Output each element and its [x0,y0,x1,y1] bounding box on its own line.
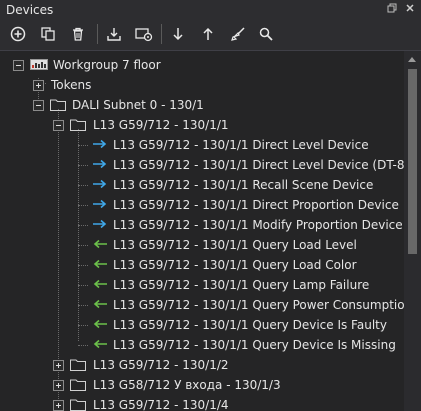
tree-item-label: L13 G59/712 - 130/1/1 Direct Level Devic… [113,158,404,172]
tree-node-label: L13 G59/712 - 130/1/2 [93,358,229,372]
tree-item-label: L13 G59/712 - 130/1/1 Query Device Is Fa… [113,318,387,332]
add-icon[interactable] [7,23,29,45]
move-down-icon[interactable] [167,23,189,45]
panel-title: Devices [6,3,54,17]
tree-connector [78,345,88,346]
tree-item-device-object[interactable]: L13 G59/712 - 130/1/1 Query Device Is Fa… [0,315,404,335]
tree-node-label: L13 G58/712 У входа - 130/1/3 [93,378,281,392]
tree-node-group[interactable]: L13 G59/712 - 130/1/2 [0,355,404,375]
scrollbar-thumb[interactable] [408,69,417,254]
tree-root[interactable]: Workgroup 7 floor [0,55,404,75]
tree-root-label: Workgroup 7 floor [53,58,161,72]
arrow-right-icon [92,157,108,171]
tree-connector [78,325,88,326]
arrow-left-icon [92,317,108,331]
tree-item-label: L13 G59/712 - 130/1/1 Query Load Color [113,258,357,272]
panel-titlebar: Devices [0,0,421,20]
tree-item-device-object[interactable]: L13 G59/712 - 130/1/1 Recall Scene Devic… [0,175,404,195]
tree-connector [78,165,88,166]
arrow-left-icon [92,297,108,311]
tree-item-device-object[interactable]: L13 G59/712 - 130/1/1 Direct Proportion … [0,195,404,215]
tree-connector [78,265,88,266]
folder-icon [70,378,86,391]
device-settings-icon[interactable] [133,23,155,45]
tree-item-device-object[interactable]: L13 G59/712 - 130/1/1 Query Load Color [0,255,404,275]
delete-icon[interactable] [67,23,89,45]
arrow-right-icon [92,217,108,231]
tree-connector [78,245,88,246]
arrow-right-icon [92,137,108,151]
arrow-left-icon [92,257,108,271]
folder-icon [70,358,86,371]
folder-icon [70,118,86,131]
tree-node-group[interactable]: L13 G59/712 - 130/1/1 [0,115,404,135]
tree-item-device-object[interactable]: L13 G59/712 - 130/1/1 Modify Proportion … [0,215,404,235]
tree-item-label: L13 G59/712 - 130/1/1 Query Device Is Mi… [113,338,396,352]
tree-item-device-object[interactable]: L13 G59/712 - 130/1/1 Direct Level Devic… [0,155,404,175]
toolbar-separator [97,24,98,44]
expand-icon[interactable] [53,400,64,411]
tree-item-label: L13 G59/712 - 130/1/1 Direct Level Devic… [113,138,369,152]
close-icon[interactable] [404,3,416,15]
device-tree-panel: Workgroup 7 floor Tokens DALI Subnet 0 -… [0,50,421,411]
tree-connector [78,205,88,206]
arrow-right-icon [92,177,108,191]
arrow-right-icon [92,197,108,211]
tree-node-tokens[interactable]: Tokens [0,75,404,95]
tree-connector [78,185,88,186]
tree-item-device-object[interactable]: L13 G59/712 - 130/1/1 Query Lamp Failure [0,275,404,295]
tree-node-group[interactable]: L13 G59/712 - 130/1/4 [0,395,404,411]
copy-icon[interactable] [37,23,59,45]
tree-item-label: L13 G59/712 - 130/1/1 Recall Scene Devic… [113,178,374,192]
tree-connector [78,145,88,146]
tree-node-subnet[interactable]: DALI Subnet 0 - 130/1 [0,95,404,115]
tree-item-label: L13 G59/712 - 130/1/1 Modify Proportion … [113,218,403,232]
tree-node-label: L13 G59/712 - 130/1/4 [93,398,229,411]
tree-connector [78,305,88,306]
workgroup-icon [30,59,48,70]
expand-icon[interactable] [53,380,64,391]
toolbar [0,20,421,48]
tree-item-device-object[interactable]: L13 G59/712 - 130/1/1 Direct Level Devic… [0,135,404,155]
tree-item-label: L13 G59/712 - 130/1/1 Query Lamp Failure [113,278,370,292]
expand-icon[interactable] [33,80,44,91]
toolbar-separator [161,24,162,44]
restore-icon[interactable] [386,3,398,15]
move-up-icon[interactable] [197,23,219,45]
tree-item-device-object[interactable]: L13 G59/712 - 130/1/1 Query Power Consum… [0,295,404,315]
tree-connector [78,225,88,226]
folder-icon [50,98,66,111]
tree-item-device-object[interactable]: L13 G59/712 - 130/1/1 Query Device Is Mi… [0,335,404,355]
collapse-icon[interactable] [13,60,24,71]
arrow-left-icon [92,337,108,351]
tree-item-device-object[interactable]: L13 G59/712 - 130/1/1 Query Load Level [0,235,404,255]
scroll-up-icon[interactable] [408,57,416,62]
tree-node-label: Tokens [51,78,92,92]
device-tree: Workgroup 7 floor Tokens DALI Subnet 0 -… [0,51,404,411]
tree-connector [78,285,88,286]
collapse-icon[interactable] [53,120,64,131]
arrow-left-icon [92,237,108,251]
vertical-scrollbar[interactable] [404,51,421,411]
tree-node-label: DALI Subnet 0 - 130/1 [72,98,204,112]
tree-item-label: L13 G59/712 - 130/1/1 Query Power Consum… [113,298,404,312]
expand-icon[interactable] [53,360,64,371]
clear-icon[interactable] [227,23,249,45]
tree-node-label: L13 G59/712 - 130/1/1 [93,118,229,132]
search-icon[interactable] [255,23,277,45]
arrow-left-icon [92,277,108,291]
folder-icon [70,398,86,411]
tree-item-label: L13 G59/712 - 130/1/1 Direct Proportion … [113,198,399,212]
collapse-icon[interactable] [33,100,44,111]
tree-node-group[interactable]: L13 G58/712 У входа - 130/1/3 [0,375,404,395]
import-icon[interactable] [103,23,125,45]
tree-item-label: L13 G59/712 - 130/1/1 Query Load Level [113,238,357,252]
